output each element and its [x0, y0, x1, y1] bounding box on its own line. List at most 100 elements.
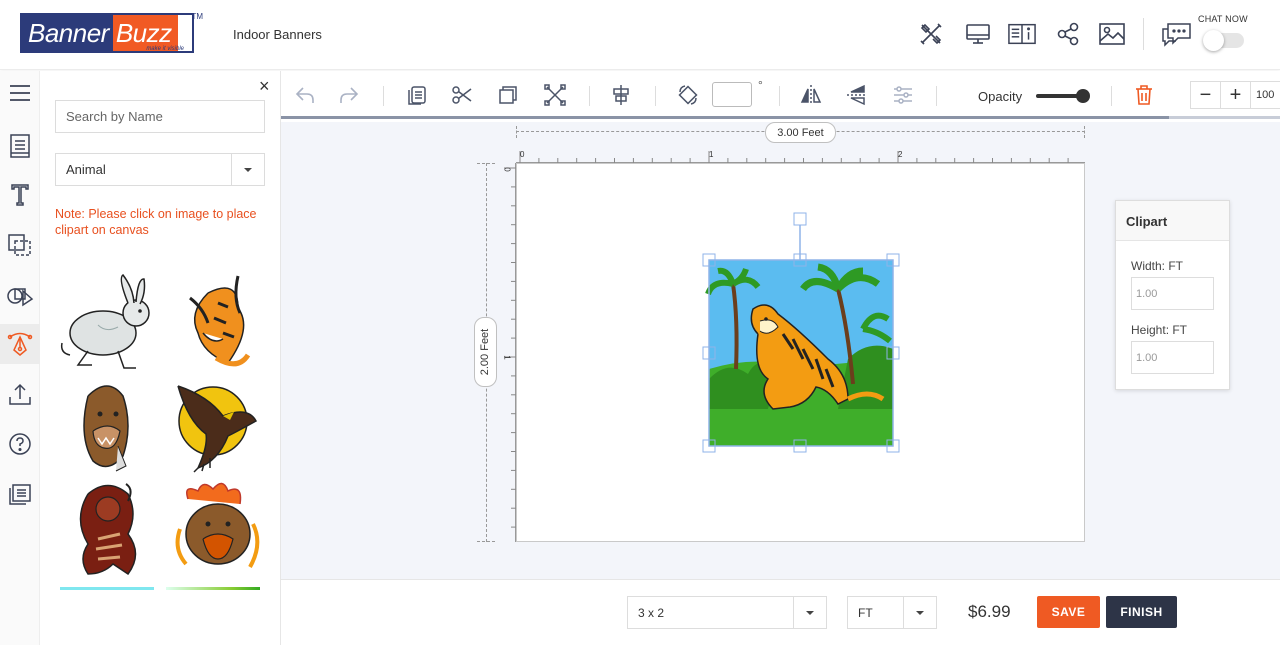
unit-value: FT — [858, 605, 873, 620]
bannerbuzz-logo[interactable]: Banner Buzz make it visible TM — [20, 12, 203, 53]
toolbar-divider — [383, 86, 384, 106]
category-value: Animal — [66, 162, 106, 177]
clipart-partial-1[interactable] — [60, 587, 154, 590]
width-label: 3.00 Feet — [765, 122, 836, 143]
search-input[interactable] — [55, 100, 265, 133]
clipart-eagle-moon[interactable] — [168, 376, 268, 476]
logo-trademark: TM — [191, 12, 203, 21]
ruler-label-0: 0 — [520, 150, 525, 159]
zoom-control: − + 100 — [1190, 81, 1280, 109]
duplicate-icon[interactable] — [496, 83, 520, 107]
zoom-out-button[interactable]: − — [1191, 82, 1221, 108]
header: Banner Buzz make it visible TM Indoor Ba… — [0, 0, 1280, 70]
height-field-label: Height: FT — [1131, 323, 1188, 337]
desktop-preview-icon[interactable] — [964, 20, 992, 48]
clipart-bear-head[interactable] — [68, 376, 168, 476]
clipart-icon[interactable] — [0, 324, 40, 364]
close-icon[interactable]: × — [259, 77, 270, 95]
layers-icon[interactable] — [0, 225, 40, 265]
upload-icon[interactable] — [0, 374, 40, 414]
dim-tick — [1084, 126, 1085, 138]
design-workspace: 3.00 Feet 2.00 Feet 0 1 2 0 1 Clipart Wi… — [281, 122, 1280, 579]
text-icon[interactable] — [0, 175, 40, 215]
category-select[interactable]: Animal — [55, 153, 265, 186]
ruler-label-2: 2 — [898, 150, 903, 159]
zoom-value: 100 — [1256, 89, 1275, 101]
menu-icon[interactable] — [0, 73, 40, 113]
design-tools-icon[interactable] — [917, 20, 945, 48]
design-canvas[interactable] — [516, 163, 1085, 542]
height-label: 2.00 Feet — [474, 317, 497, 387]
clipart-lion-warrior[interactable] — [68, 479, 168, 579]
dim-tick — [516, 126, 517, 138]
finish-button[interactable]: FINISH — [1106, 596, 1177, 628]
share-icon[interactable] — [1054, 20, 1082, 48]
height-label-text: 2.00 Feet — [479, 328, 492, 376]
toolbar-divider — [589, 86, 590, 106]
save-button[interactable]: SAVE — [1037, 596, 1100, 628]
footer-bar: 3 x 2 FT $6.99 SAVE FINISH — [281, 579, 1280, 645]
header-divider — [1143, 18, 1144, 50]
unit-select[interactable]: FT — [847, 596, 937, 629]
vertical-ruler — [504, 163, 516, 542]
redo-icon[interactable] — [337, 83, 361, 107]
horizontal-ruler — [516, 151, 1085, 163]
zoom-in-button[interactable]: + — [1221, 82, 1251, 108]
chevron-down-icon — [231, 154, 264, 185]
toolbar-divider — [936, 86, 937, 106]
clipart-note: Note: Please click on image to place cli… — [55, 207, 257, 237]
toolbar-divider — [1111, 86, 1112, 106]
toolbar-progress-bar — [281, 116, 1169, 119]
chat-toggle[interactable] — [1203, 30, 1244, 51]
cut-icon[interactable] — [450, 83, 474, 107]
rotate-icon[interactable] — [676, 83, 700, 107]
width-field[interactable]: 1.00 — [1131, 277, 1214, 310]
toggle-knob — [1203, 30, 1224, 51]
dim-tick — [477, 541, 495, 542]
chat-icon[interactable] — [1160, 20, 1194, 48]
tiger-clipart-selection[interactable] — [698, 209, 908, 457]
shapes-icon[interactable] — [0, 275, 40, 315]
clipart-bear-fire[interactable] — [168, 479, 268, 579]
dim-tick — [477, 163, 495, 164]
ruler-label-v0: 0 — [502, 167, 512, 172]
trash-icon[interactable] — [1132, 83, 1156, 107]
chevron-down-icon — [903, 597, 936, 628]
clipart-panel: × Animal Note: Please click on image to … — [40, 71, 281, 645]
degree-symbol: ° — [758, 78, 763, 92]
rotation-input[interactable] — [712, 82, 752, 107]
delete-x-icon[interactable] — [543, 83, 567, 107]
ruler-label-v1: 1 — [502, 355, 512, 360]
left-nav — [0, 71, 40, 645]
image-icon[interactable] — [1098, 20, 1126, 48]
opacity-label: Opacity — [978, 89, 1023, 104]
template-icon[interactable] — [0, 126, 40, 166]
info-book-icon[interactable] — [1008, 20, 1036, 48]
flip-horizontal-icon[interactable] — [799, 83, 823, 107]
price-label: $6.99 — [968, 602, 1011, 621]
ruler-label-1: 1 — [709, 150, 714, 159]
clipart-partial-2[interactable] — [166, 587, 260, 590]
chevron-down-icon — [793, 597, 826, 628]
toolbar-divider — [655, 86, 656, 106]
width-field-label: Width: FT — [1131, 259, 1184, 273]
clipart-properties-panel: Clipart Width: FT 1.00 Height: FT 1.00 — [1115, 200, 1230, 390]
height-field[interactable]: 1.00 — [1131, 341, 1214, 374]
slider-thumb[interactable] — [1076, 89, 1090, 103]
paste-icon[interactable] — [405, 83, 429, 107]
clipart-rabbit[interactable] — [58, 273, 158, 373]
clipart-panel-title: Clipart — [1116, 201, 1229, 241]
undo-icon[interactable] — [293, 83, 317, 107]
adjust-sliders-icon[interactable] — [891, 83, 915, 107]
clipart-tiger-tribal[interactable] — [168, 273, 268, 373]
logo-text-banner: Banner — [22, 15, 113, 51]
size-value: 3 x 2 — [638, 605, 665, 620]
align-center-icon[interactable] — [609, 83, 633, 107]
opacity-slider[interactable] — [1036, 89, 1090, 103]
editing-toolbar: ° Opacity − + 100 — [281, 71, 1280, 119]
size-select[interactable]: 3 x 2 — [627, 596, 827, 629]
help-icon[interactable] — [0, 424, 40, 464]
toolbar-divider — [779, 86, 780, 106]
notes-icon[interactable] — [0, 474, 40, 514]
flip-vertical-icon[interactable] — [845, 83, 869, 107]
